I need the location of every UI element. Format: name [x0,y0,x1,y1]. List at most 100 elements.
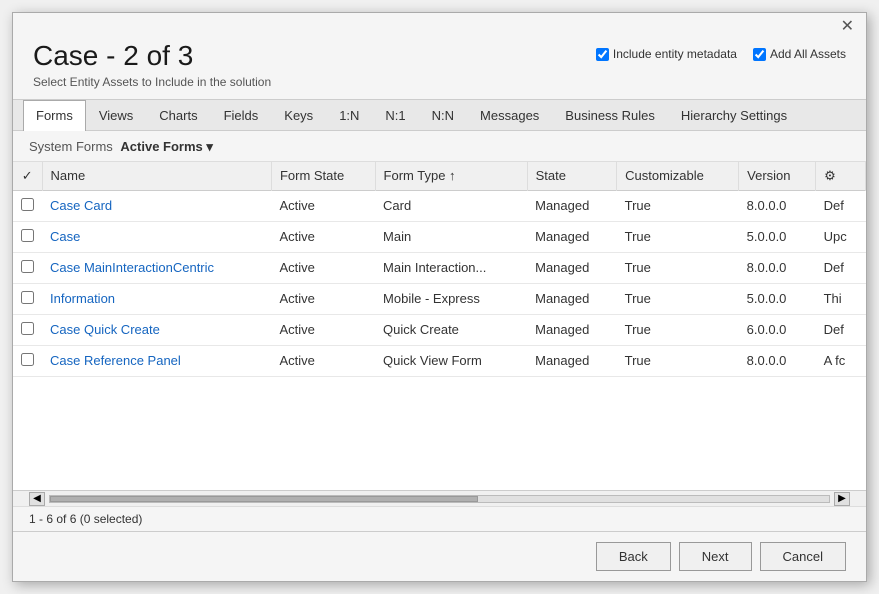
page-subtitle: Select Entity Assets to Include in the s… [33,75,271,89]
row-name-cell[interactable]: Information [42,283,271,314]
horizontal-scrollbar[interactable]: ◀ ▶ [13,490,866,506]
next-button[interactable]: Next [679,542,752,571]
row-form-state-cell: Active [271,190,375,221]
col-form-state[interactable]: Form State [271,162,375,191]
add-all-assets-option[interactable]: Add All Assets [753,47,846,61]
col-check[interactable]: ✓ [13,162,42,191]
row-checkbox[interactable] [21,353,34,366]
add-all-assets-checkbox[interactable] [753,48,766,61]
row-state-cell: Managed [527,345,616,376]
status-bar: 1 - 6 of 6 (0 selected) [13,506,866,531]
scroll-right-button[interactable]: ▶ [834,492,850,506]
row-form-state-cell: Active [271,314,375,345]
tab-1n[interactable]: 1:N [326,100,372,130]
row-name-link[interactable]: Information [50,291,115,306]
tab-hierarchy-settings[interactable]: Hierarchy Settings [668,100,800,130]
row-name-cell[interactable]: Case [42,221,271,252]
row-checkbox-cell[interactable] [13,252,42,283]
table-row: Case Quick Create ActiveQuick CreateManag… [13,314,866,345]
col-name[interactable]: Name [42,162,271,191]
row-checkbox[interactable] [21,291,34,304]
row-name-link[interactable]: Case MainInteractionCentric [50,260,214,275]
tab-charts[interactable]: Charts [146,100,210,130]
table-row: InformationActiveMobile - ExpressManaged… [13,283,866,314]
tab-keys[interactable]: Keys [271,100,326,130]
forms-table: ✓ Name Form State Form Type ↑ State Cust… [13,162,866,377]
row-version-cell: 8.0.0.0 [739,345,816,376]
tab-business-rules[interactable]: Business Rules [552,100,668,130]
page-title: Case - 2 of 3 [33,39,271,73]
include-metadata-checkbox[interactable] [596,48,609,61]
row-version-cell: 8.0.0.0 [739,252,816,283]
row-form-state-cell: Active [271,221,375,252]
row-checkbox[interactable] [21,198,34,211]
row-extra-cell: A fc [816,345,866,376]
row-version-cell: 6.0.0.0 [739,314,816,345]
col-state[interactable]: State [527,162,616,191]
dialog-options: Include entity metadata Add All Assets [596,39,846,61]
row-version-cell: 5.0.0.0 [739,283,816,314]
include-metadata-option[interactable]: Include entity metadata [596,47,737,61]
table-container: ✓ Name Form State Form Type ↑ State Cust… [13,162,866,490]
row-name-cell[interactable]: Case Quick Create [42,314,271,345]
system-forms-label: System Forms [29,139,113,154]
row-checkbox[interactable] [21,229,34,242]
row-checkbox[interactable] [21,322,34,335]
tabs-bar: Forms Views Charts Fields Keys 1:N N:1 N… [13,99,866,131]
row-customizable-cell: True [617,252,739,283]
dialog-header: Case - 2 of 3 Select Entity Assets to In… [13,35,866,99]
col-form-type[interactable]: Form Type ↑ [375,162,527,191]
scroll-track[interactable] [49,495,830,503]
row-state-cell: Managed [527,314,616,345]
row-checkbox-cell[interactable] [13,190,42,221]
add-all-assets-label: Add All Assets [770,47,846,61]
row-name-link[interactable]: Case [50,229,80,244]
tab-forms[interactable]: Forms [23,100,86,131]
row-form-type-cell: Quick Create [375,314,527,345]
include-metadata-label: Include entity metadata [613,47,737,61]
row-name-cell[interactable]: Case Card [42,190,271,221]
tab-nn[interactable]: N:N [419,100,467,130]
table-header-row: ✓ Name Form State Form Type ↑ State Cust… [13,162,866,191]
tab-views[interactable]: Views [86,100,146,130]
row-version-cell: 5.0.0.0 [739,221,816,252]
row-name-link[interactable]: Case Quick Create [50,322,160,337]
tab-fields[interactable]: Fields [211,100,272,130]
scroll-thumb[interactable] [50,496,478,502]
row-extra-cell: Def [816,190,866,221]
close-button[interactable]: ✕ [837,19,858,35]
table-row: Case Reference Panel ActiveQuick View For… [13,345,866,376]
col-customizable[interactable]: Customizable [617,162,739,191]
row-form-type-cell: Mobile - Express [375,283,527,314]
row-name-link[interactable]: Case Card [50,198,112,213]
table-row: CaseActiveMainManagedTrue5.0.0.0Upc [13,221,866,252]
row-checkbox-cell[interactable] [13,345,42,376]
row-name-link[interactable]: Case Reference Panel [50,353,181,368]
tab-messages[interactable]: Messages [467,100,552,130]
scroll-left-button[interactable]: ◀ [29,492,45,506]
back-button[interactable]: Back [596,542,671,571]
row-checkbox-cell[interactable] [13,314,42,345]
row-checkbox[interactable] [21,260,34,273]
row-form-type-cell: Quick View Form [375,345,527,376]
row-customizable-cell: True [617,221,739,252]
row-extra-cell: Def [816,252,866,283]
cancel-button[interactable]: Cancel [760,542,846,571]
row-state-cell: Managed [527,190,616,221]
col-extra[interactable]: ⚙ [816,162,866,191]
row-checkbox-cell[interactable] [13,283,42,314]
col-version[interactable]: Version [739,162,816,191]
row-customizable-cell: True [617,190,739,221]
row-state-cell: Managed [527,221,616,252]
row-name-cell[interactable]: Case Reference Panel [42,345,271,376]
row-version-cell: 8.0.0.0 [739,190,816,221]
tab-n1[interactable]: N:1 [372,100,418,130]
row-extra-cell: Upc [816,221,866,252]
active-forms-dropdown[interactable]: Active Forms ▾ [120,139,213,154]
row-name-cell[interactable]: Case MainInteractionCentric [42,252,271,283]
row-checkbox-cell[interactable] [13,221,42,252]
row-extra-cell: Def [816,314,866,345]
row-form-state-cell: Active [271,345,375,376]
table-row: Case MainInteractionCentricActiveMain In… [13,252,866,283]
row-extra-cell: Thi [816,283,866,314]
